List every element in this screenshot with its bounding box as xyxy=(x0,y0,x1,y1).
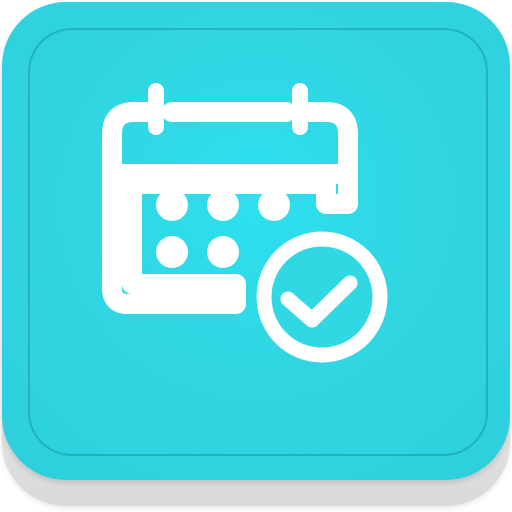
calendar-dot xyxy=(156,189,188,221)
app-icon[interactable] xyxy=(0,0,512,512)
calendar-dot xyxy=(156,236,188,268)
calendar-dot xyxy=(207,236,239,268)
calendar-dot xyxy=(207,189,239,221)
calendar-check-icon xyxy=(102,83,388,363)
calendar-header-band xyxy=(122,164,338,184)
calendar-dot xyxy=(258,189,290,221)
